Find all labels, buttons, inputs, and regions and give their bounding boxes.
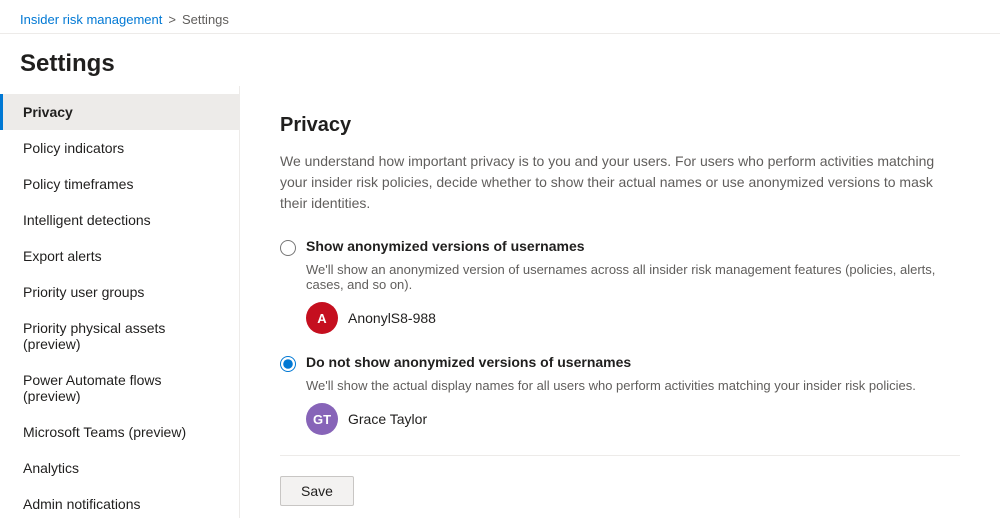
content-description: We understand how important privacy is t… xyxy=(280,151,960,214)
breadcrumb-current: Settings xyxy=(182,12,229,27)
option2-description: We'll show the actual display names for … xyxy=(306,378,960,393)
sidebar-item-export-alerts[interactable]: Export alerts xyxy=(0,238,239,274)
option1-description: We'll show an anonymized version of user… xyxy=(306,262,960,292)
sidebar-item-admin-notifications[interactable]: Admin notifications xyxy=(0,486,239,518)
breadcrumb-separator: > xyxy=(168,12,176,27)
option-not-anonymized: Do not show anonymized versions of usern… xyxy=(280,354,960,435)
sidebar-item-power-automate-flows[interactable]: Power Automate flows (preview) xyxy=(0,362,239,414)
sidebar-item-privacy[interactable]: Privacy xyxy=(0,94,239,130)
option2-user-row: GT Grace Taylor xyxy=(306,403,960,435)
option1-user-row: A AnonylS8-988 xyxy=(306,302,960,334)
sidebar-item-priority-physical-assets[interactable]: Priority physical assets (preview) xyxy=(0,310,239,362)
breadcrumb: Insider risk management > Settings xyxy=(20,12,980,27)
save-button[interactable]: Save xyxy=(280,476,354,506)
sidebar-item-policy-timeframes[interactable]: Policy timeframes xyxy=(0,166,239,202)
option-anonymized: Show anonymized versions of usernames We… xyxy=(280,238,960,334)
sidebar-item-policy-indicators[interactable]: Policy indicators xyxy=(0,130,239,166)
sidebar-item-priority-user-groups[interactable]: Priority user groups xyxy=(0,274,239,310)
content-title: Privacy xyxy=(280,114,960,137)
option2-row: Do not show anonymized versions of usern… xyxy=(280,354,960,372)
option1-avatar: A xyxy=(306,302,338,334)
option2-avatar: GT xyxy=(306,403,338,435)
option1-label[interactable]: Show anonymized versions of usernames xyxy=(306,238,585,254)
sidebar-item-microsoft-teams[interactable]: Microsoft Teams (preview) xyxy=(0,414,239,450)
option1-username: AnonylS8-988 xyxy=(348,310,436,326)
sidebar: Privacy Policy indicators Policy timefra… xyxy=(0,86,240,518)
option2-label[interactable]: Do not show anonymized versions of usern… xyxy=(306,354,631,370)
option2-username: Grace Taylor xyxy=(348,411,427,427)
option1-radio[interactable] xyxy=(280,240,296,256)
breadcrumb-parent[interactable]: Insider risk management xyxy=(20,12,162,27)
sidebar-item-intelligent-detections[interactable]: Intelligent detections xyxy=(0,202,239,238)
option2-radio[interactable] xyxy=(280,356,296,372)
option1-row: Show anonymized versions of usernames xyxy=(280,238,960,256)
divider xyxy=(280,455,960,456)
page-title: Settings xyxy=(20,50,980,78)
sidebar-item-analytics[interactable]: Analytics xyxy=(0,450,239,486)
content-area: Privacy We understand how important priv… xyxy=(240,86,1000,518)
